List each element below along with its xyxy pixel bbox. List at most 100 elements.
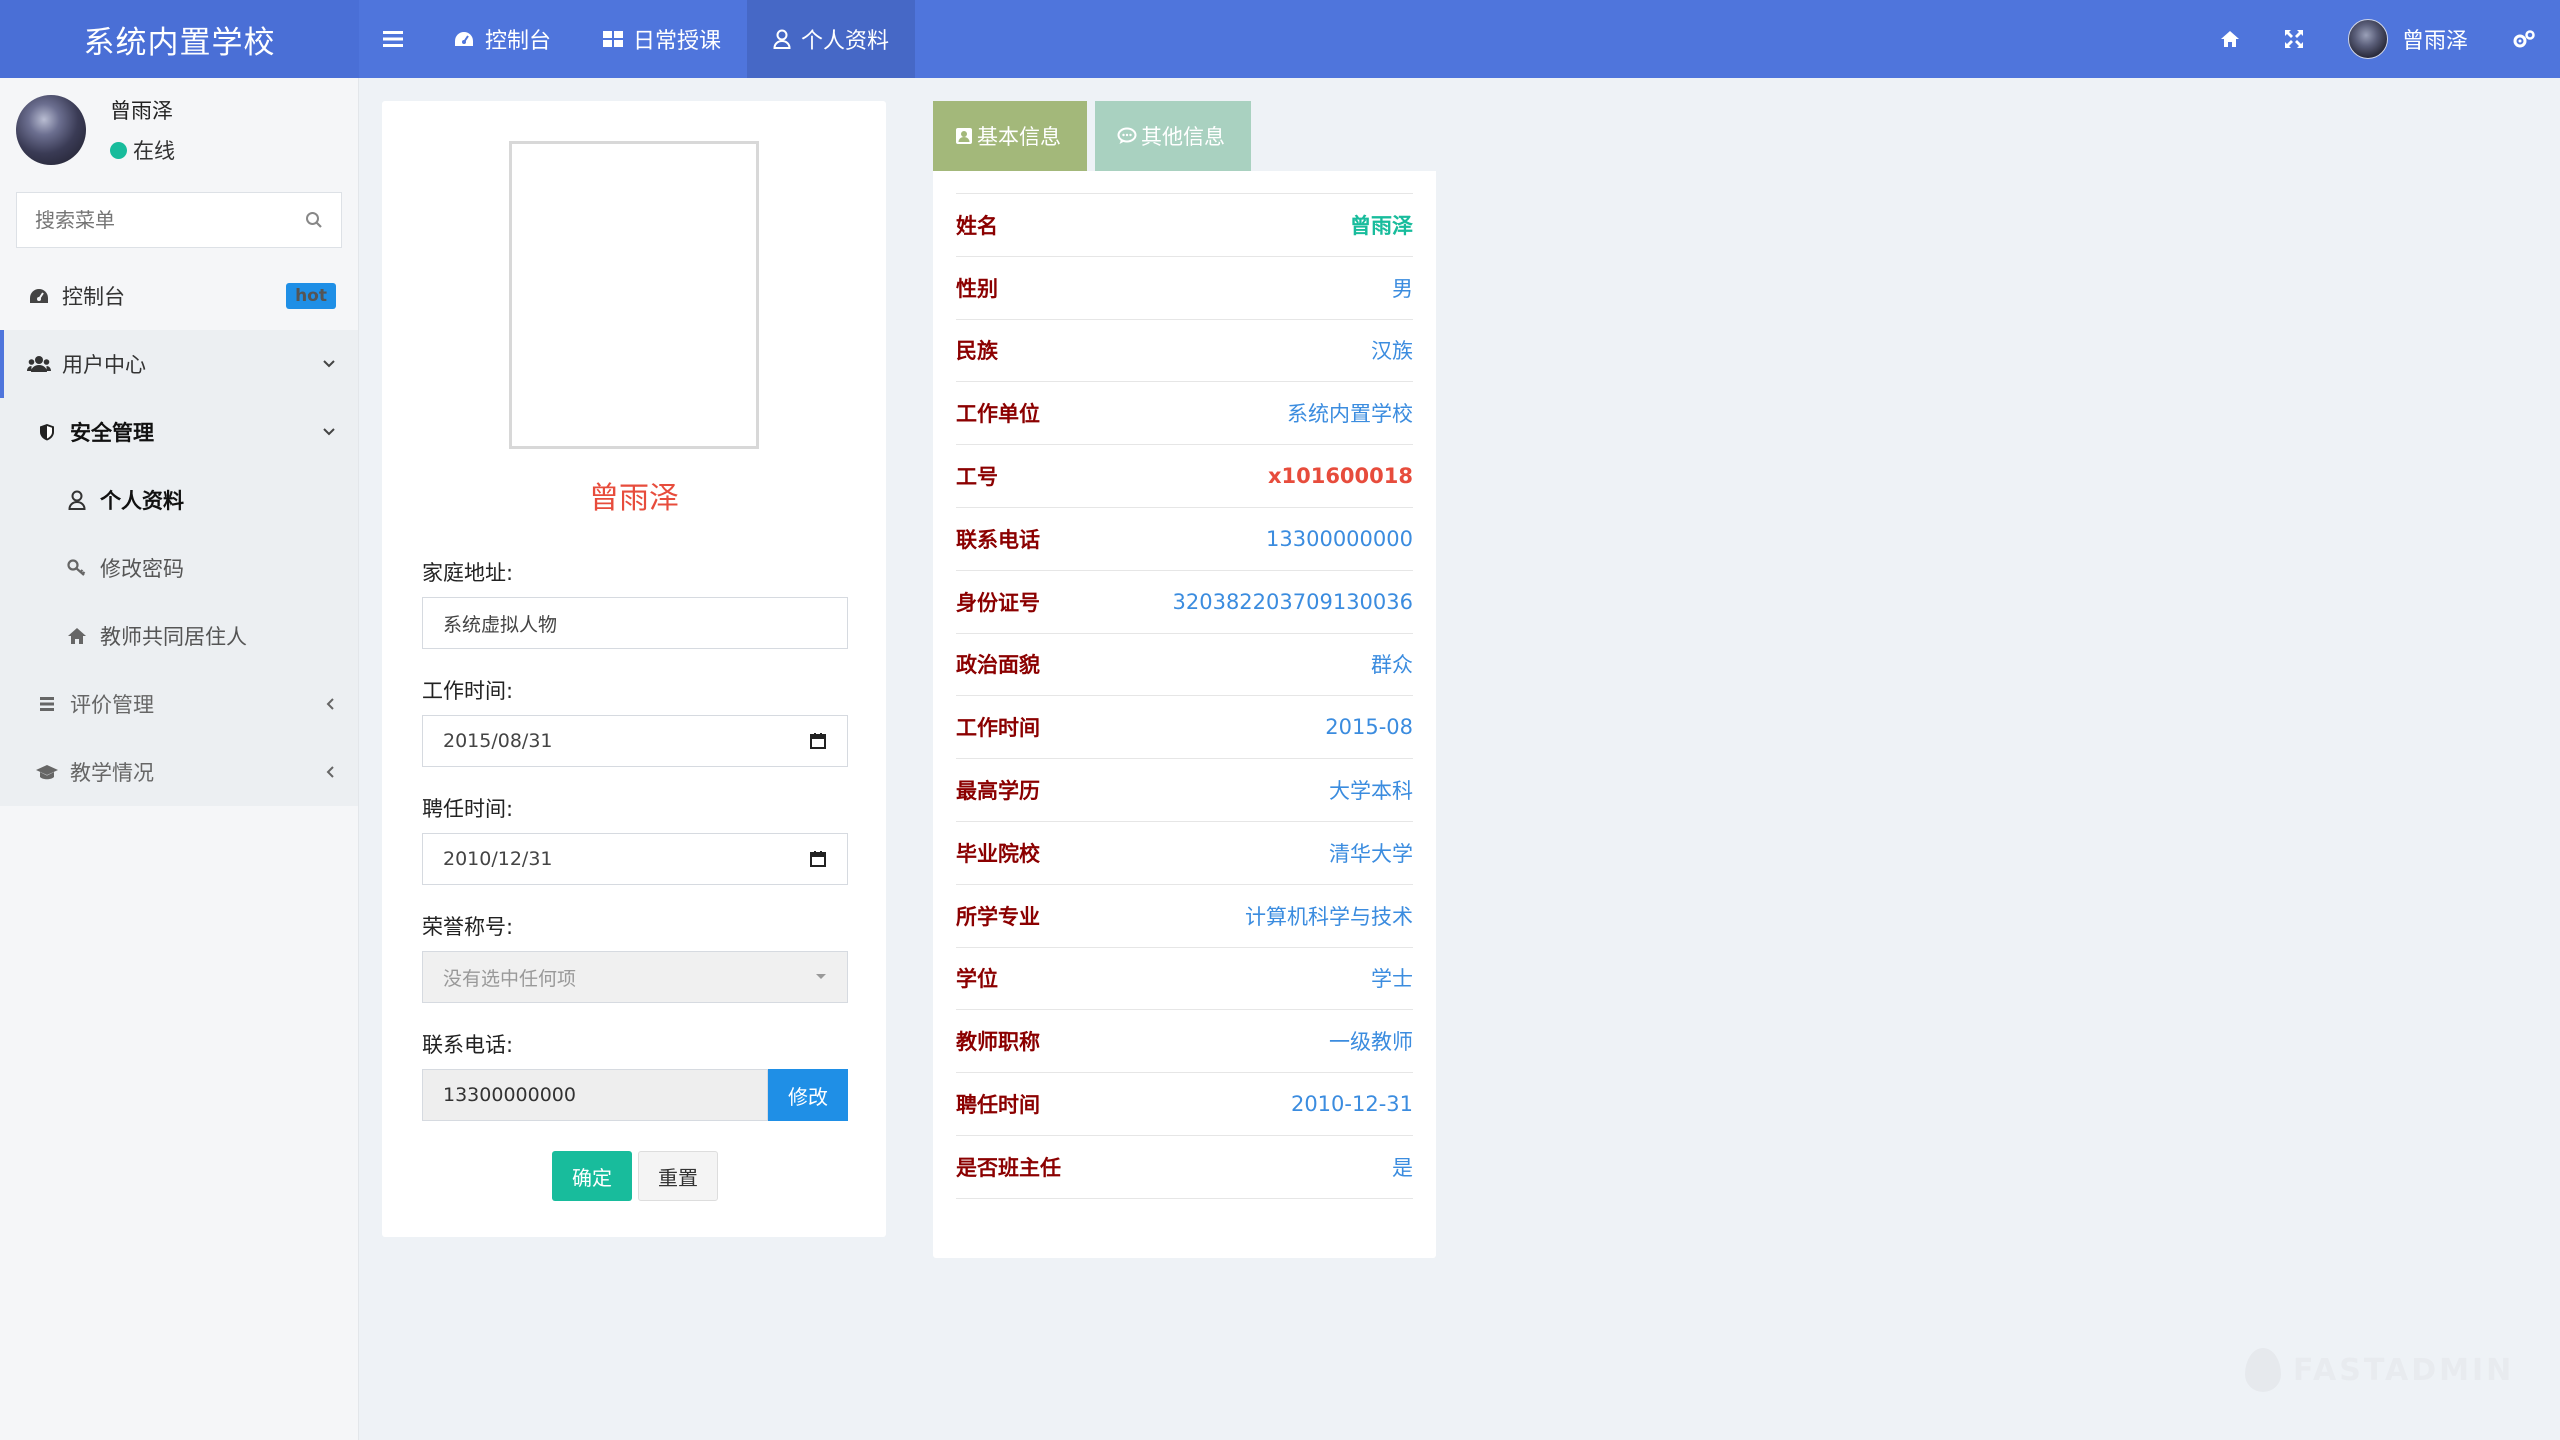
app-logo-title[interactable]: 系统内置学校	[0, 0, 359, 78]
top-tab-profile[interactable]: 个人资料	[747, 0, 915, 78]
work-time-label: 工作时间:	[422, 675, 848, 705]
profile-photo[interactable]	[509, 141, 759, 449]
edit-phone-button[interactable]: 修改	[768, 1069, 848, 1121]
info-key: 身份证号	[956, 587, 1040, 617]
online-status-label: 在线	[133, 135, 175, 165]
info-key: 毕业院校	[956, 838, 1040, 868]
search-icon[interactable]	[305, 211, 323, 229]
home-button[interactable]	[2198, 0, 2262, 78]
info-key: 姓名	[956, 210, 998, 240]
address-value: 系统虚拟人物	[443, 610, 557, 637]
info-key: 工作单位	[956, 398, 1040, 428]
info-value: x101600018	[1268, 464, 1413, 488]
chevron-down-icon	[322, 427, 336, 437]
profile-card: 曾雨泽 家庭地址: 系统虚拟人物 工作时间: 2015/08/31 聘任时间: …	[382, 101, 886, 1237]
chevron-left-icon	[326, 697, 336, 711]
phone-label: 联系电话:	[422, 1029, 848, 1059]
sidebar: 曾雨泽 在线 控制台 hot 用户中心	[0, 78, 359, 1440]
sidebar-item-label: 修改密码	[100, 553, 184, 583]
info-row: 教师职称一级教师	[956, 1010, 1413, 1073]
info-key: 联系电话	[956, 524, 1040, 554]
phone-field[interactable]: 13300000000	[422, 1069, 768, 1121]
info-value: 2010-12-31	[1291, 1092, 1413, 1116]
work-time-field[interactable]: 2015/08/31	[422, 715, 848, 767]
user-menu[interactable]: 曾雨泽	[2326, 0, 2490, 78]
info-row: 性别男	[956, 257, 1413, 320]
info-key: 工作时间	[956, 712, 1040, 742]
info-value: 群众	[1371, 649, 1413, 679]
calendar-icon[interactable]	[809, 850, 827, 868]
sidebar-item-change-password[interactable]: 修改密码	[0, 534, 358, 602]
info-value: 汉族	[1371, 335, 1413, 365]
honor-select[interactable]: 没有选中任何项	[422, 951, 848, 1003]
sidebar-item-label: 控制台	[62, 281, 125, 311]
info-key: 学位	[956, 963, 998, 993]
grid-icon	[603, 30, 623, 48]
top-tab-dashboard[interactable]: 控制台	[427, 0, 577, 78]
comment-icon	[1117, 127, 1137, 145]
info-row: 政治面貌 群众	[956, 634, 1413, 697]
caret-down-icon	[815, 973, 827, 981]
info-value: 计算机科学与技术	[1245, 901, 1413, 931]
sidebar-menu: 控制台 hot 用户中心 安全管理	[0, 262, 358, 806]
info-key: 教师职称	[956, 1026, 1040, 1056]
info-row: 工作单位系统内置学校	[956, 382, 1413, 445]
sidebar-group-user-center: 用户中心 安全管理 个人资料	[0, 330, 358, 806]
sidebar-item-user-center[interactable]: 用户中心	[0, 330, 358, 398]
profile-form: 家庭地址: 系统虚拟人物 工作时间: 2015/08/31 聘任时间: 2010…	[422, 557, 848, 1201]
confirm-button[interactable]: 确定	[552, 1151, 632, 1201]
phone-row: 13300000000 修改	[422, 1069, 848, 1121]
info-row: 姓名曾雨泽	[956, 194, 1413, 257]
avatar[interactable]	[16, 95, 86, 165]
info-key: 聘任时间	[956, 1089, 1040, 1119]
sidebar-user-panel: 曾雨泽 在线	[0, 78, 358, 182]
address-label: 家庭地址:	[422, 557, 848, 587]
sidebar-item-evaluation[interactable]: 评价管理	[0, 670, 358, 738]
tab-basic-info[interactable]: 基本信息	[933, 101, 1087, 171]
tab-label: 其他信息	[1141, 121, 1225, 151]
info-table: 姓名曾雨泽性别男民族汉族工作单位系统内置学校工号x101600018联系电话13…	[956, 193, 1413, 1199]
profile-name: 曾雨泽	[382, 473, 886, 517]
address-field[interactable]: 系统虚拟人物	[422, 597, 848, 649]
key-icon	[64, 559, 90, 577]
sidebar-item-teaching[interactable]: 教学情况	[0, 738, 358, 806]
info-value: 是	[1392, 1152, 1413, 1182]
info-value: 清华大学	[1329, 838, 1413, 868]
info-key: 政治面貌	[956, 649, 1040, 679]
graduation-cap-icon	[34, 763, 60, 781]
tab-other-info[interactable]: 其他信息	[1095, 101, 1251, 171]
menu-icon	[383, 30, 403, 48]
sidebar-item-label: 教师共同居住人	[100, 621, 247, 651]
sidebar-item-security[interactable]: 安全管理	[0, 398, 358, 466]
users-icon	[26, 355, 52, 373]
sidebar-item-profile[interactable]: 个人资料	[0, 466, 358, 534]
reset-button[interactable]: 重置	[638, 1151, 718, 1201]
hire-time-field[interactable]: 2010/12/31	[422, 833, 848, 885]
home-icon	[64, 627, 90, 645]
fullscreen-button[interactable]	[2262, 0, 2326, 78]
gears-icon	[2512, 29, 2536, 49]
sidebar-toggle-button[interactable]	[359, 0, 427, 78]
sidebar-item-label: 个人资料	[100, 485, 184, 515]
info-value: 学士	[1371, 963, 1413, 993]
watermark-text: FASTADMIN	[2293, 1353, 2514, 1388]
info-value: 男	[1392, 273, 1413, 303]
sidebar-item-cohabitants[interactable]: 教师共同居住人	[0, 602, 358, 670]
top-navbar: 系统内置学校 控制台 日常授课 个人资料	[0, 0, 2560, 78]
info-row: 是否班主任 是	[956, 1136, 1413, 1199]
sidebar-item-dashboard[interactable]: 控制台 hot	[0, 262, 358, 330]
info-row: 联系电话13300000000	[956, 508, 1413, 571]
info-key: 是否班主任	[956, 1152, 1061, 1182]
top-tab-daily-teaching[interactable]: 日常授课	[577, 0, 747, 78]
top-tab-label: 个人资料	[801, 23, 889, 55]
shield-icon	[34, 423, 60, 441]
form-buttons: 确定 重置	[422, 1151, 848, 1201]
info-key: 最高学历	[956, 775, 1040, 805]
calendar-icon[interactable]	[809, 732, 827, 750]
info-value: 320382203709130036	[1173, 590, 1414, 614]
avatar	[2348, 19, 2388, 59]
online-status: 在线	[110, 135, 175, 165]
settings-button[interactable]	[2490, 0, 2560, 78]
info-row: 最高学历大学本科	[956, 759, 1413, 822]
search-input[interactable]	[35, 208, 295, 232]
